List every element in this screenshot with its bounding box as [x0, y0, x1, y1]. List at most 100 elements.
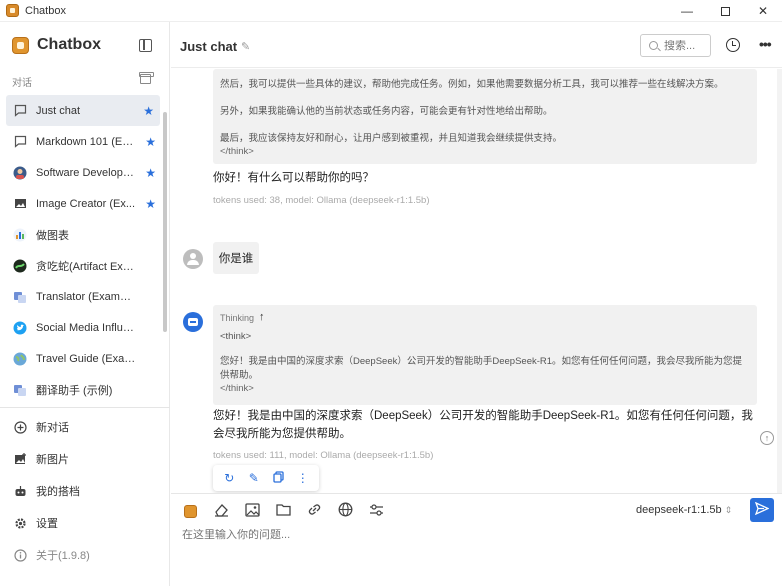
conversation-item-travel-guide[interactable]: Travel Guide (Example) [0, 343, 164, 374]
message-scrollbar[interactable] [777, 69, 782, 493]
user-message: 你是谁 [213, 242, 259, 274]
star-icon[interactable]: ★ [145, 197, 156, 211]
my-copilots-button[interactable]: 我的搭档 [0, 475, 170, 507]
chevron-updown-icon: ⇕ [724, 505, 733, 515]
star-icon[interactable]: ★ [145, 166, 156, 180]
collapse-thinking-icon[interactable]: ↑ [259, 311, 265, 323]
think-close-tag: </think> [220, 383, 254, 395]
conversation-item-just-chat[interactable]: Just chat ★ [6, 95, 160, 126]
message-input[interactable] [182, 529, 742, 541]
window-controls: — ✕ [668, 0, 782, 22]
arrow-up-icon: ↑ [764, 433, 770, 443]
close-window-button[interactable]: ✕ [744, 0, 782, 22]
star-icon[interactable]: ★ [145, 135, 156, 149]
think-paragraph: 然后，我可以提供一些具体的建议，帮助他完成任务。例如，如果他需要数据分析工具，我… [220, 79, 724, 90]
new-chat-label: 新对话 [36, 422, 69, 434]
conversation-item-translation-assistant[interactable]: 翻译助手 (示例) [0, 374, 164, 405]
search-input[interactable] [664, 39, 708, 52]
message-meta: tokens used: 111, model: Ollama (deepsee… [213, 450, 434, 461]
conversation-label: Translator (Example) [36, 290, 136, 303]
gear-icon [14, 517, 27, 530]
chatbox-logo-icon [12, 36, 29, 54]
conversation-item-markdown-101[interactable]: Markdown 101 (Ex... ★ [0, 126, 164, 157]
brand: Chatbox [12, 36, 101, 54]
title-bar: Chatbox — ✕ [0, 0, 782, 22]
conversation-item-translator[interactable]: Translator (Example) [0, 281, 164, 312]
conversation-item-social-media[interactable]: Social Media Influencer ... [0, 312, 164, 343]
sliders-icon [369, 503, 384, 520]
think-close-tag: </think> [220, 146, 254, 158]
brand-name: Chatbox [37, 36, 101, 53]
model-name: deepseek-r1:1.5b [636, 504, 722, 516]
conversation-label: 贪吃蛇(Artifact Example) [36, 260, 136, 273]
more-vertical-icon[interactable]: ⋮ [294, 471, 312, 485]
copilot-button[interactable] [181, 502, 199, 520]
archive-icon[interactable] [139, 72, 154, 84]
settings-button[interactable]: 设置 [0, 507, 170, 539]
message-meta: tokens used: 38, model: Ollama (deepseek… [213, 195, 430, 206]
chat-bubble-icon [13, 135, 27, 149]
info-icon [14, 548, 27, 562]
search-box[interactable] [640, 34, 711, 57]
conversation-item-snake-game[interactable]: 贪吃蛇(Artifact Example) [0, 250, 164, 281]
chat-settings-button[interactable] [367, 502, 385, 520]
clear-context-button[interactable] [212, 502, 230, 520]
edit-title-icon[interactable]: ✎ [241, 40, 250, 53]
new-image-label: 新图片 [36, 454, 69, 466]
translator-avatar-icon [13, 290, 27, 304]
twitter-icon [13, 321, 27, 335]
edit-message-icon[interactable]: ✎ [245, 471, 263, 485]
star-icon[interactable]: ★ [143, 104, 154, 118]
conversation-label: Just chat [36, 104, 81, 117]
minimize-button[interactable]: — [668, 0, 706, 22]
about-label: 关于(1.9.8) [36, 550, 90, 562]
send-icon [754, 501, 770, 518]
assistant-avatar [183, 312, 203, 332]
web-browsing-button[interactable] [336, 502, 354, 520]
sidebar-scrollbar[interactable] [163, 112, 167, 332]
snake-game-icon [13, 259, 27, 273]
new-image-icon [14, 452, 27, 466]
think-paragraph: 另外，如果我能确认他的当前状态或任务内容，可能会更有针对性地给出帮助。 [220, 105, 553, 117]
globe-icon [13, 352, 27, 366]
conversation-item-make-chart[interactable]: 做图表 [0, 219, 164, 250]
chat-bubble-icon [13, 104, 27, 118]
chatbox-logo-icon [183, 504, 197, 518]
model-selector[interactable]: deepseek-r1:1.5b ⇕ [636, 504, 732, 516]
chat-title: Just chat [180, 39, 238, 54]
globe-icon [338, 502, 353, 520]
attach-link-button[interactable] [305, 502, 323, 520]
new-image-button[interactable]: 新图片 [0, 443, 170, 475]
attach-file-button[interactable] [274, 502, 292, 520]
attach-image-button[interactable] [243, 502, 261, 520]
conversation-list: Just chat ★ Markdown 101 (Ex... ★ Softwa… [0, 95, 164, 405]
maximize-button[interactable] [706, 0, 744, 22]
sidebar: Chatbox 对话 Just chat ★ Markdown 101 (Ex.… [0, 22, 170, 586]
conversation-label: 做图表 [36, 229, 69, 242]
thinking-label[interactable]: Thinking [220, 313, 254, 323]
new-chat-button[interactable]: 新对话 [0, 411, 170, 443]
regenerate-icon[interactable]: ↻ [220, 471, 238, 485]
minimize-icon: — [681, 4, 693, 18]
conversation-item-image-creator[interactable]: Image Creator (Ex... ★ [0, 188, 164, 219]
history-icon[interactable] [726, 38, 740, 52]
about-button[interactable]: 关于(1.9.8) [0, 539, 170, 571]
collapse-sidebar-icon[interactable] [139, 39, 152, 52]
search-icon [649, 41, 658, 50]
conversation-item-software-developer[interactable]: Software Develope... ★ [0, 157, 164, 188]
user-avatar [183, 249, 203, 269]
add-circle-icon [14, 420, 27, 434]
conversation-label: Social Media Influencer ... [36, 321, 136, 334]
copy-icon[interactable] [269, 470, 287, 486]
input-area: deepseek-r1:1.5b ⇕ [171, 493, 782, 586]
conversation-label: Image Creator (Ex... [36, 197, 136, 210]
assistant-reply: 你好！有什么可以帮助你的吗？ [213, 172, 374, 184]
scroll-to-top-button[interactable]: ↑ [760, 431, 774, 445]
translator-avatar-icon [13, 383, 27, 397]
chart-icon [13, 228, 27, 242]
think-paragraph: 最后，我应该保持友好和耐心，让用户感到被重视，并且知道我会继续提供支持。 [220, 132, 563, 144]
send-button[interactable] [750, 498, 774, 522]
more-options-icon[interactable]: ••• [759, 36, 772, 52]
message-action-bar: ↻ ✎ ⋮ [213, 465, 319, 491]
image-icon [13, 197, 27, 211]
